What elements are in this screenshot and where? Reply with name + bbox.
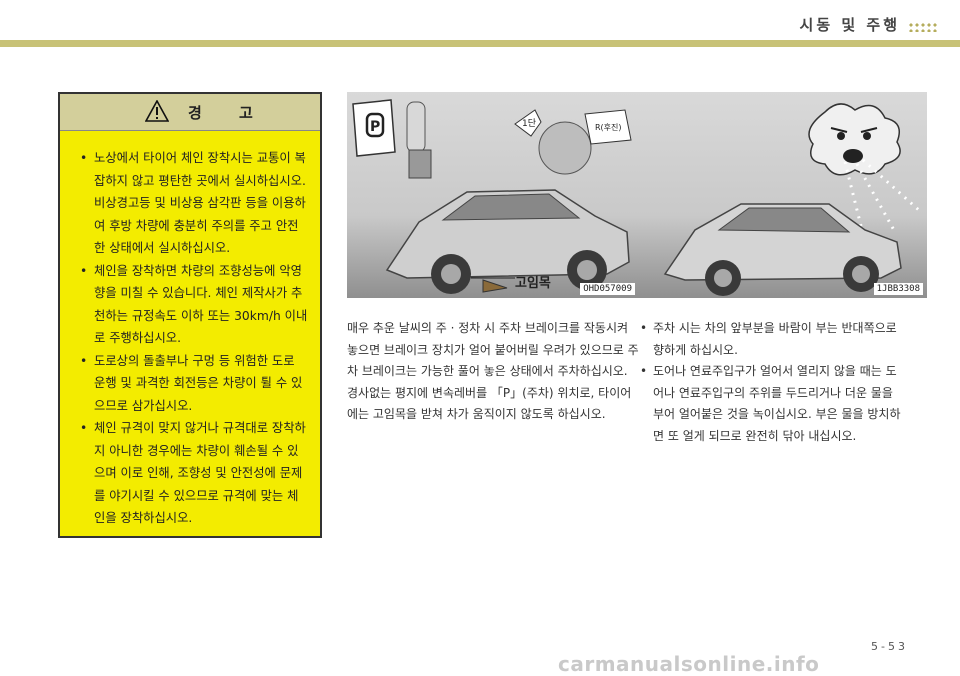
watermark: carmanualsonline.info <box>558 652 820 676</box>
warning-item: 노상에서 타이어 체인 장착시는 교통이 복잡하지 않고 평탄한 곳에서 실시하… <box>80 147 308 260</box>
warning-list: 노상에서 타이어 체인 장착시는 교통이 복잡하지 않고 평탄한 곳에서 실시하… <box>60 131 320 530</box>
warning-item: 체인을 장착하면 차량의 조향성능에 악영향을 미칠 수 있습니다. 체인 제작… <box>80 260 308 350</box>
warning-item: 도로상의 돌출부나 구멍 등 위험한 도로 운행 및 과격한 회전등은 차량이 … <box>80 350 308 418</box>
car-wind-illustration <box>663 103 923 296</box>
warning-item: 체인 규격이 맞지 않거나 규격대로 장착하지 아니한 경우에는 차량이 훼손될… <box>80 417 308 530</box>
wheel-chock-label: 고임목 <box>515 276 551 291</box>
warning-header: 경 고 <box>60 94 320 131</box>
warning-triangle-icon <box>145 100 169 122</box>
parking-brake-paragraph: 매우 추운 날씨의 주 · 정차 시 주차 브레이크를 작동시켜 놓으면 브레이… <box>347 321 639 421</box>
note-item: 도어나 연료주입구가 얼어서 열리지 않을 때는 도어나 연료주입구의 주위를 … <box>636 361 902 447</box>
page-number: 5-53 <box>871 640 908 653</box>
step-label: 1단 <box>522 118 536 129</box>
photo-code: OHD057009 <box>580 283 635 295</box>
section-title: 시동 및 주행 <box>799 16 900 34</box>
header-bar <box>0 40 960 47</box>
gear-p-label: P <box>370 119 380 135</box>
warning-title: 경 고 <box>188 104 269 122</box>
reverse-label: R(후진) <box>595 122 622 132</box>
photo-code: 1JBB3308 <box>873 283 923 295</box>
note-item: 주차 시는 차의 앞부분을 바람이 부는 반대쪽으로 향하게 하십시오. <box>636 318 902 361</box>
warning-box: 경 고 노상에서 타이어 체인 장착시는 교통이 복잡하지 않고 평탄한 곳에서… <box>58 92 322 538</box>
parking-illustration: P 1단 R(후진) 고임목 OHD057009 <box>347 92 639 298</box>
notes-list: 주차 시는 차의 앞부분을 바람이 부는 반대쪽으로 향하게 하십시오. 도어나… <box>636 318 902 447</box>
wind-illustration: 1JBB3308 <box>635 92 927 298</box>
header-dots-decoration <box>908 22 938 32</box>
car-wheel-chock-illustration: P 1단 R(후진) <box>352 99 632 294</box>
